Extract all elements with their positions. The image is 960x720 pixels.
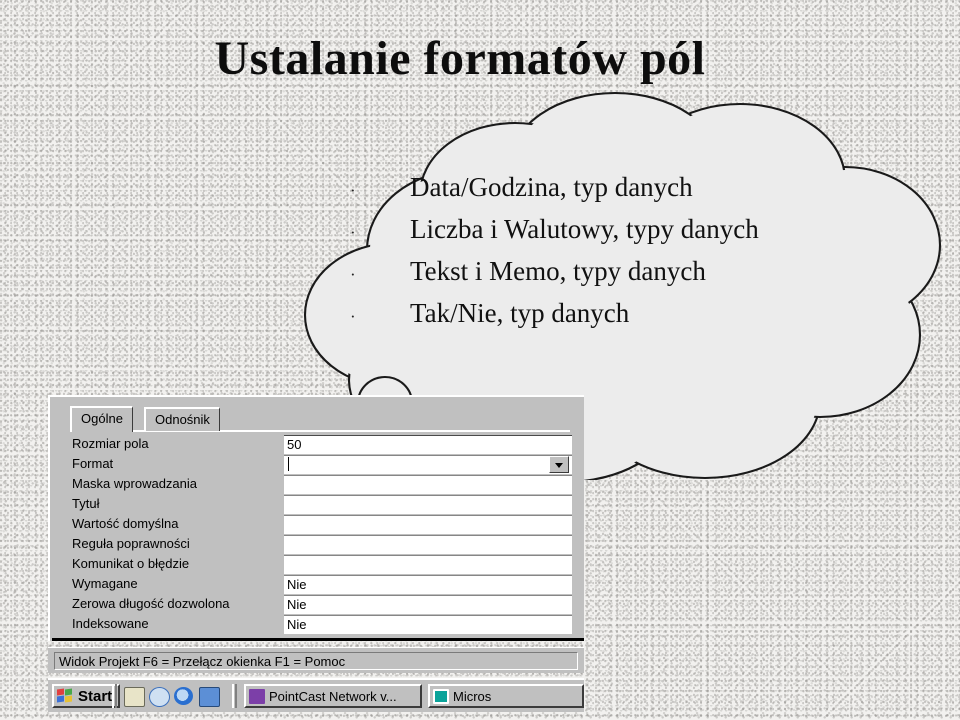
list-item: · Data/Godzina, typ danych bbox=[345, 168, 875, 210]
microsoft-access-icon bbox=[433, 688, 449, 704]
bullet-icon: · bbox=[350, 181, 356, 200]
property-value-field[interactable] bbox=[284, 495, 572, 514]
property-label: Indeksowane bbox=[72, 616, 149, 631]
text-cursor bbox=[288, 457, 289, 471]
show-desktop-icon[interactable] bbox=[124, 687, 145, 707]
property-row-wartosc-domyslna: Wartość domyślna bbox=[70, 515, 572, 535]
bullet-icon: · bbox=[350, 223, 356, 242]
cloud-bullet-list: · Data/Godzina, typ danych · Liczba i Wa… bbox=[345, 168, 875, 336]
list-item: · Tekst i Memo, typy danych bbox=[345, 252, 875, 294]
taskbar-item-label: Micros bbox=[453, 688, 492, 704]
property-row-rozmiar-pola: Rozmiar pola 50 bbox=[70, 435, 572, 455]
property-row-komunikat-o-bledzie: Komunikat o błędzie bbox=[70, 555, 572, 575]
property-value-field[interactable]: Nie bbox=[284, 575, 572, 594]
windows-logo-icon bbox=[57, 687, 74, 704]
property-label: Tytuł bbox=[72, 496, 100, 511]
property-row-regula-poprawnosci: Reguła poprawności bbox=[70, 535, 572, 555]
list-item-label: Tekst i Memo, typy danych bbox=[410, 256, 706, 286]
property-label: Maska wprowadzania bbox=[72, 476, 198, 491]
property-value-field[interactable]: Nie bbox=[284, 595, 572, 614]
property-label: Rozmiar pola bbox=[72, 436, 149, 451]
property-label: Zerowa długość dozwolona bbox=[72, 596, 230, 611]
taskbar-grip[interactable] bbox=[112, 684, 117, 708]
property-value-field[interactable] bbox=[284, 535, 572, 554]
property-row-format: Format bbox=[70, 455, 572, 475]
property-value-field[interactable] bbox=[284, 475, 572, 494]
taskbar-grip[interactable] bbox=[232, 684, 237, 708]
list-item: · Liczba i Walutowy, typy danych bbox=[345, 210, 875, 252]
access-property-sheet-screenshot: Ogólne Odnośnik Rozmiar pola 50 Format M… bbox=[48, 395, 584, 720]
list-item-label: Liczba i Walutowy, typy danych bbox=[410, 214, 759, 244]
chevron-down-icon bbox=[555, 463, 563, 468]
page-title: Ustalanie formatów pól bbox=[214, 32, 706, 85]
windows-taskbar: Start PointCast Network v... Micros bbox=[48, 678, 584, 712]
status-bar-text: Widok Projekt F6 = Przełącz okienka F1 =… bbox=[54, 652, 578, 670]
start-button-label: Start bbox=[78, 687, 113, 705]
network-icon[interactable] bbox=[199, 687, 220, 707]
bullet-icon: · bbox=[350, 307, 356, 326]
taskbar-item-microsoft-access[interactable]: Micros bbox=[428, 684, 584, 708]
status-bar: Widok Projekt F6 = Przełącz okienka F1 =… bbox=[48, 647, 584, 673]
property-row-indeksowane: Indeksowane Nie bbox=[70, 615, 572, 635]
internet-explorer-icon[interactable] bbox=[174, 687, 193, 705]
property-label: Reguła poprawności bbox=[72, 536, 190, 551]
pointcast-icon bbox=[249, 688, 265, 704]
property-label: Komunikat o błędzie bbox=[72, 556, 190, 571]
property-row-zerowa-dlugosc-dozwolona: Zerowa długość dozwolona Nie bbox=[70, 595, 572, 615]
list-item-label: Tak/Nie, typ danych bbox=[410, 298, 630, 328]
tab-ogolne[interactable]: Ogólne bbox=[70, 406, 133, 432]
property-value-field[interactable]: Nie bbox=[284, 615, 572, 634]
bullet-icon: · bbox=[350, 265, 356, 284]
tab-odnosnik[interactable]: Odnośnik bbox=[144, 407, 220, 431]
channels-icon[interactable] bbox=[149, 687, 170, 707]
list-item-label: Data/Godzina, typ danych bbox=[410, 172, 693, 202]
property-value-field[interactable] bbox=[284, 555, 572, 574]
taskbar-item-pointcast[interactable]: PointCast Network v... bbox=[244, 684, 422, 708]
property-row-tytul: Tytuł bbox=[70, 495, 572, 515]
property-value-field[interactable]: 50 bbox=[284, 435, 572, 454]
list-item: · Tak/Nie, typ danych bbox=[345, 294, 875, 336]
panel-bottom-edge bbox=[52, 638, 584, 641]
property-row-maska-wprowadzania: Maska wprowadzania bbox=[70, 475, 572, 495]
property-row-wymagane: Wymagane Nie bbox=[70, 575, 572, 595]
property-rows: Rozmiar pola 50 Format Maska wprowadzani… bbox=[70, 435, 572, 635]
property-label: Format bbox=[72, 456, 114, 471]
property-label: Wymagane bbox=[72, 576, 138, 591]
property-value-field[interactable] bbox=[284, 515, 572, 534]
start-button[interactable]: Start bbox=[52, 684, 121, 708]
taskbar-item-label: PointCast Network v... bbox=[269, 688, 397, 704]
field-properties-panel: Ogólne Odnośnik Rozmiar pola 50 Format M… bbox=[48, 395, 584, 641]
dropdown-button[interactable] bbox=[549, 456, 569, 473]
property-label: Wartość domyślna bbox=[72, 516, 179, 531]
property-value-field[interactable] bbox=[284, 455, 572, 474]
